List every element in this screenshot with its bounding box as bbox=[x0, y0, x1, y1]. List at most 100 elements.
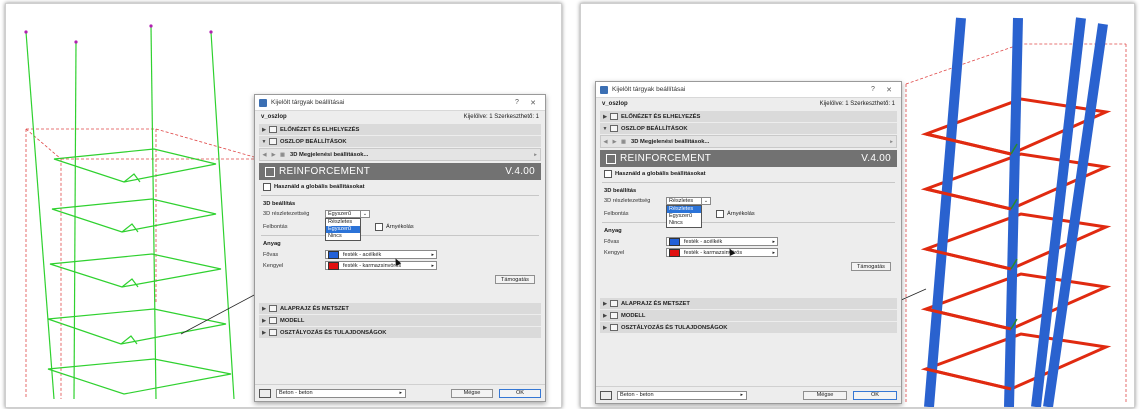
dialog-header: v_oszlop Kijelölve: 1 Szerkeszthető: 1 bbox=[596, 98, 901, 110]
main-bar-material-select[interactable]: festék - acélkék ▸ bbox=[666, 237, 778, 246]
layer-select[interactable]: Beton - beton ▸ bbox=[276, 388, 406, 398]
section-classification[interactable]: ▶ OSZTÁLYOZÁS ÉS TULAJDONSÁGOK bbox=[600, 322, 897, 333]
stirrup-material-select[interactable]: festék - karmazsinvörös ▸ bbox=[325, 261, 437, 270]
detail-select[interactable]: Egyszerű ⌄ bbox=[325, 210, 370, 218]
support-button[interactable]: Támogatás bbox=[495, 275, 535, 284]
support-button[interactable]: Támogatás bbox=[851, 262, 891, 271]
right-main-bars bbox=[924, 17, 1108, 407]
section-model[interactable]: ▶ MODELL bbox=[259, 315, 541, 326]
detail-row: 3D részletezettség Részletes ⌄ Részletes… bbox=[596, 196, 901, 228]
left-rebar-cage bbox=[25, 25, 235, 400]
layer-select[interactable]: Beton - beton ▸ bbox=[617, 390, 747, 400]
cancel-button[interactable]: Mégse bbox=[451, 388, 493, 398]
section-floorplan[interactable]: ▶ ALAPRAJZ ÉS METSZET bbox=[259, 303, 541, 314]
section-label: OSZTÁLYOZÁS ÉS TULAJDONSÁGOK bbox=[621, 324, 728, 331]
next-page-icon[interactable]: ▶ bbox=[610, 139, 619, 145]
page-dropdown-icon[interactable]: ▸ bbox=[531, 152, 540, 158]
section-preview[interactable]: ▶ ELŐNÉZET ÉS ELHELYEZÉS bbox=[259, 124, 541, 135]
section-label: OSZTÁLYOZÁS ÉS TULAJDONSÁGOK bbox=[280, 329, 387, 336]
section-label: MODELL bbox=[621, 312, 646, 319]
section-classification[interactable]: ▶ OSZTÁLYOZÁS ÉS TULAJDONSÁGOK bbox=[259, 327, 541, 338]
prev-page-icon[interactable]: ◀ bbox=[260, 152, 269, 158]
shading-label: Árnyékolás bbox=[727, 211, 755, 217]
next-page-icon[interactable]: ▶ bbox=[269, 152, 278, 158]
main-bar-label: Fővas bbox=[263, 251, 279, 258]
floorplan-icon bbox=[610, 300, 618, 307]
section-model[interactable]: ▶ MODELL bbox=[600, 310, 897, 321]
dropdown-option[interactable]: Egyszerű bbox=[667, 213, 701, 220]
reinforcement-banner: REINFORCEMENT V.4.00 bbox=[600, 150, 897, 167]
main-bar-material-row: Fővas festék - acélkék ▸ bbox=[596, 236, 901, 247]
dropdown-option[interactable]: Részletes bbox=[326, 219, 360, 226]
main-bar-material-row: Fővas festék - acélkék ▸ bbox=[255, 249, 545, 260]
main-bar-label: Fővas bbox=[604, 238, 620, 245]
section-label: OSZLOP BEÁLLÍTÁSOK bbox=[280, 138, 347, 145]
detail-selected: Egyszerű bbox=[328, 211, 351, 217]
prev-page-icon[interactable]: ◀ bbox=[601, 139, 610, 145]
section-column-settings[interactable]: ▼ OSZLOP BEÁLLÍTÁSOK bbox=[600, 123, 897, 134]
support-row: Támogatás bbox=[596, 258, 901, 275]
global-settings-label: Használd a globális beállításokat bbox=[274, 184, 365, 190]
layer-label: Beton - beton bbox=[620, 392, 654, 398]
classification-icon bbox=[269, 329, 277, 336]
global-settings-checkbox[interactable] bbox=[604, 170, 612, 178]
classification-icon bbox=[610, 324, 618, 331]
chevron-right-icon: ▸ bbox=[772, 249, 775, 256]
dialog-title: Kijelölt tárgyak beállításai bbox=[612, 86, 686, 93]
ok-button[interactable]: OK bbox=[499, 388, 541, 398]
global-settings-row[interactable]: Használd a globális beállításokat bbox=[255, 182, 545, 192]
section-label: ELŐNÉZET ÉS ELHELYEZÉS bbox=[621, 113, 701, 120]
page-dropdown-icon[interactable]: ▸ bbox=[887, 139, 896, 145]
expand-arrow-icon: ▶ bbox=[603, 324, 607, 331]
section-floorplan[interactable]: ▶ ALAPRAJZ ÉS METSZET bbox=[600, 298, 897, 309]
global-settings-checkbox[interactable] bbox=[263, 183, 271, 191]
right-screenshot-panel: Kijelölt tárgyak beállításai ? ✕ v_oszlo… bbox=[580, 3, 1135, 408]
help-button[interactable]: ? bbox=[865, 86, 881, 93]
close-button[interactable]: ✕ bbox=[881, 86, 897, 94]
section-preview[interactable]: ▶ ELŐNÉZET ÉS ELHELYEZÉS bbox=[600, 111, 897, 122]
page-selector[interactable]: 3D Megjelenési beállítások... bbox=[628, 139, 887, 145]
object-name: v_oszlop bbox=[261, 114, 287, 120]
cancel-button[interactable]: Mégse bbox=[803, 390, 847, 400]
shading-label: Árnyékolás bbox=[386, 224, 414, 230]
global-settings-row[interactable]: Használd a globális beállításokat bbox=[596, 169, 901, 179]
section-column-settings[interactable]: ▼ OSZLOP BEÁLLÍTÁSOK bbox=[259, 136, 541, 147]
dialog-titlebar: Kijelölt tárgyak beállításai ? ✕ bbox=[596, 82, 901, 98]
shading-checkbox[interactable] bbox=[716, 210, 724, 218]
chevron-down-icon: ⌄ bbox=[701, 198, 710, 204]
section-label: ALAPRAJZ ÉS METSZET bbox=[621, 300, 690, 307]
ok-button[interactable]: OK bbox=[853, 390, 897, 400]
dropdown-option-selected[interactable]: Részletes bbox=[667, 206, 701, 213]
collapse-arrow-icon: ▼ bbox=[602, 125, 608, 132]
floorplan-icon bbox=[269, 305, 277, 312]
shading-checkbox[interactable] bbox=[375, 223, 383, 231]
dropdown-option-selected[interactable]: Egyszerű bbox=[326, 226, 360, 233]
banner-title: REINFORCEMENT bbox=[620, 153, 712, 164]
dropdown-option[interactable]: Nincs bbox=[326, 233, 360, 240]
divider bbox=[261, 235, 539, 236]
main-bar-material-select[interactable]: festék - acélkék ▸ bbox=[325, 250, 437, 259]
banner-version: V.4.00 bbox=[505, 166, 535, 177]
model-icon bbox=[269, 317, 277, 324]
detail-dropdown-list: Részletes Egyszerű Nincs bbox=[325, 218, 361, 241]
group-3d-title: 3D beállítás bbox=[263, 201, 296, 207]
expand-arrow-icon: ▶ bbox=[603, 113, 607, 120]
dropdown-option[interactable]: Nincs bbox=[667, 220, 701, 227]
section-label: MODELL bbox=[280, 317, 305, 324]
group-3d-title: 3D beállítás bbox=[604, 188, 637, 194]
dialog-footer: Beton - beton ▸ Mégse OK bbox=[255, 384, 545, 401]
archicad-icon bbox=[600, 85, 608, 94]
help-button[interactable]: ? bbox=[509, 99, 525, 106]
close-button[interactable]: ✕ bbox=[525, 99, 541, 107]
stirrup-material-select[interactable]: festék - karmazsinvörös ▸ bbox=[666, 248, 778, 257]
column-icon bbox=[269, 138, 277, 145]
page-navigator: ◀ ▶ ▦ 3D Megjelenési beállítások... ▸ bbox=[600, 135, 897, 148]
archicad-icon bbox=[259, 98, 267, 107]
detail-select[interactable]: Részletes ⌄ bbox=[666, 197, 711, 205]
divider bbox=[602, 182, 895, 183]
dialog-title: Kijelölt tárgyak beállításai bbox=[271, 99, 345, 106]
stirrup-label: Kengyel bbox=[263, 262, 284, 269]
page-selector[interactable]: 3D Megjelenési beállítások... bbox=[287, 152, 531, 158]
material-group-title: Anyag bbox=[604, 228, 622, 234]
preview-icon bbox=[269, 126, 277, 133]
